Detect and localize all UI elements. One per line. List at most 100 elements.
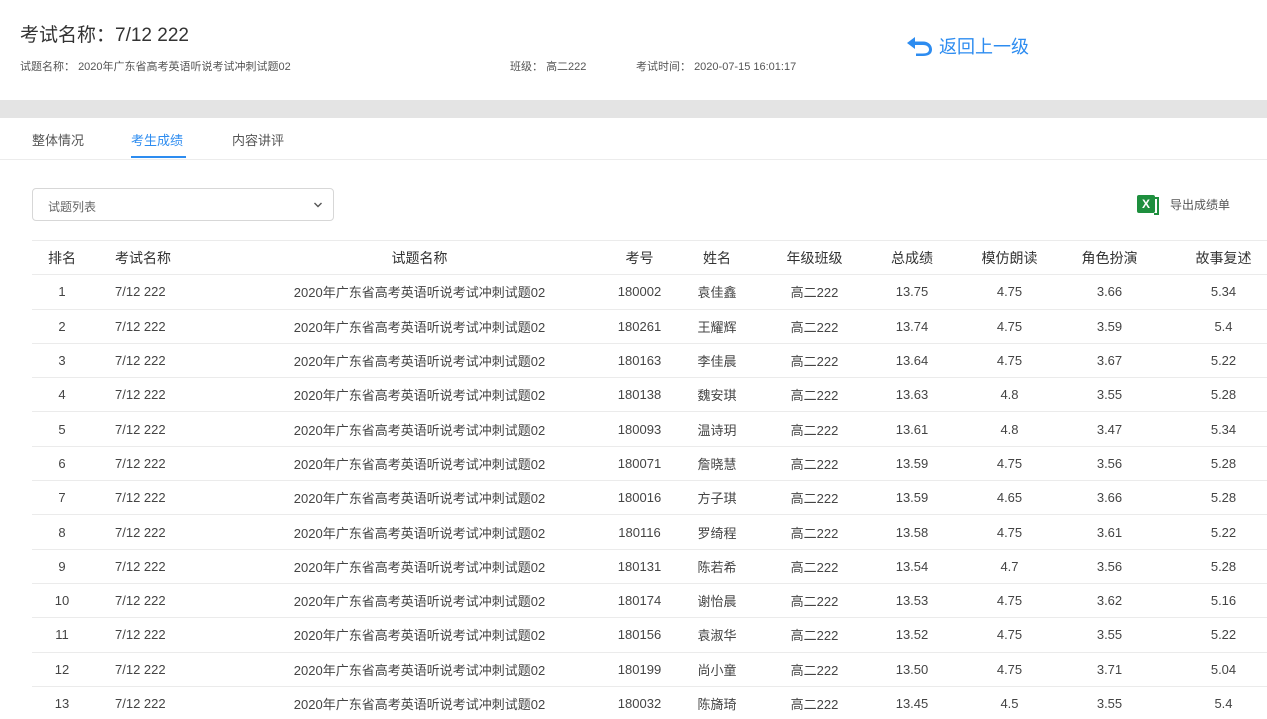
- exam-name-cell: 7/12 222: [92, 411, 237, 447]
- back-button-label: 返回上一级: [939, 37, 1029, 57]
- exam-number-cell: 180199: [602, 652, 677, 687]
- table-row: 3 7/12 222 2020年广东省高考英语听说考试冲刺试题02 180163 李佳晨…: [32, 343, 1267, 379]
- class-cell: 高二222: [757, 686, 872, 719]
- class-cell: 高二222: [757, 652, 872, 687]
- total-score-cell: 13.53: [872, 583, 952, 619]
- total-score-cell: 13.64: [872, 343, 952, 379]
- story-retelling-cell: 5.28: [1152, 549, 1267, 584]
- tab-student-scores[interactable]: 考生成绩: [131, 130, 183, 149]
- total-score-cell: 13.59: [872, 446, 952, 482]
- paper-name-cell: 2020年广东省高考英语听说考试冲刺试题02: [237, 480, 602, 516]
- paper-name-cell: 2020年广东省高考英语听说考试冲刺试题02: [237, 549, 602, 584]
- question-list-select[interactable]: 试题列表: [32, 188, 334, 221]
- export-scores-button[interactable]: X 导出成绩单: [1137, 195, 1231, 215]
- paper-name-cell: 2020年广东省高考英语听说考试冲刺试题02: [237, 583, 602, 619]
- paper-name-meta: 试题名称： 2020年广东省高考英语听说考试冲刺试题02: [20, 58, 291, 74]
- imitation-reading-cell: 4.75: [952, 309, 1067, 344]
- story-retelling-cell: 5.34: [1152, 274, 1267, 310]
- rank-cell: 6: [32, 446, 92, 482]
- rank-cell: 9: [32, 549, 92, 584]
- class-name: 高二222: [546, 61, 587, 73]
- imitation-reading-cell: 4.65: [952, 480, 1067, 516]
- table-row: 13 7/12 222 2020年广东省高考英语听说考试冲刺试题02 180032 陈旖…: [32, 686, 1267, 719]
- role-play-cell: 3.55: [1067, 377, 1152, 413]
- tab-bar: 整体情况 考生成绩 内容讲评: [0, 118, 1267, 160]
- exam-number-cell: 180261: [602, 309, 677, 344]
- paper-name: 2020年广东省高考英语听说考试冲刺试题02: [78, 61, 291, 73]
- exam-number-cell: 180163: [602, 343, 677, 379]
- class-cell: 高二222: [757, 480, 872, 516]
- rank-cell: 7: [32, 480, 92, 516]
- rank-cell: 3: [32, 343, 92, 379]
- student-name-cell: 李佳晨: [677, 343, 757, 379]
- story-retelling-cell: 5.22: [1152, 514, 1267, 550]
- tab-overview[interactable]: 整体情况: [32, 130, 84, 149]
- role-play-cell: 3.56: [1067, 446, 1152, 482]
- exam-number-cell: 180138: [602, 377, 677, 413]
- col-header-exam-number: 考号: [602, 240, 677, 276]
- class-cell: 高二222: [757, 514, 872, 550]
- student-name-cell: 陈若希: [677, 549, 757, 584]
- class-meta: 班级： 高二222: [510, 58, 586, 74]
- back-button[interactable]: 返回上一级: [906, 33, 1029, 59]
- rank-cell: 8: [32, 514, 92, 550]
- excel-icon: X: [1137, 195, 1159, 215]
- total-score-cell: 13.63: [872, 377, 952, 413]
- exam-number-cell: 180116: [602, 514, 677, 550]
- exam-number-cell: 180156: [602, 617, 677, 653]
- role-play-cell: 3.62: [1067, 583, 1152, 619]
- story-retelling-cell: 5.28: [1152, 377, 1267, 413]
- exam-name-cell: 7/12 222: [92, 480, 237, 516]
- story-retelling-cell: 5.16: [1152, 583, 1267, 619]
- total-score-cell: 13.75: [872, 274, 952, 310]
- class-cell: 高二222: [757, 617, 872, 653]
- table-row: 5 7/12 222 2020年广东省高考英语听说考试冲刺试题02 180093 温诗玥…: [32, 411, 1267, 447]
- exam-name-cell: 7/12 222: [92, 549, 237, 584]
- class-cell: 高二222: [757, 309, 872, 344]
- rank-cell: 13: [32, 686, 92, 719]
- col-header-paper-name: 试题名称: [237, 240, 602, 276]
- col-header-imitation-reading: 模仿朗读: [952, 240, 1067, 276]
- time-label: 考试时间：: [636, 61, 691, 73]
- rank-cell: 5: [32, 411, 92, 447]
- exam-number-cell: 180131: [602, 549, 677, 584]
- table-row: 9 7/12 222 2020年广东省高考英语听说考试冲刺试题02 180131 陈若希…: [32, 549, 1267, 584]
- total-score-cell: 13.61: [872, 411, 952, 447]
- select-value: 试题列表: [48, 200, 97, 214]
- paper-name-cell: 2020年广东省高考英语听说考试冲刺试题02: [237, 686, 602, 719]
- role-play-cell: 3.71: [1067, 652, 1152, 687]
- story-retelling-cell: 5.22: [1152, 617, 1267, 653]
- role-play-cell: 3.47: [1067, 411, 1152, 447]
- imitation-reading-cell: 4.75: [952, 652, 1067, 687]
- story-retelling-cell: 5.04: [1152, 652, 1267, 687]
- exam-title: 考试名称：7/12 222: [20, 25, 189, 46]
- paper-name-cell: 2020年广东省高考英语听说考试冲刺试题02: [237, 652, 602, 687]
- class-cell: 高二222: [757, 377, 872, 413]
- exam-number-cell: 180032: [602, 686, 677, 719]
- student-name-cell: 袁淑华: [677, 617, 757, 653]
- story-retelling-cell: 5.4: [1152, 309, 1267, 344]
- exam-name-cell: 7/12 222: [92, 514, 237, 550]
- active-tab-indicator: [131, 156, 186, 158]
- paper-name-cell: 2020年广东省高考英语听说考试冲刺试题02: [237, 274, 602, 310]
- table-row: 2 7/12 222 2020年广东省高考英语听说考试冲刺试题02 180261 王耀辉…: [32, 309, 1267, 344]
- total-score-cell: 13.52: [872, 617, 952, 653]
- role-play-cell: 3.55: [1067, 686, 1152, 719]
- tab-content-review[interactable]: 内容讲评: [232, 130, 284, 149]
- export-scores-label: 导出成绩单: [1170, 197, 1231, 212]
- imitation-reading-cell: 4.5: [952, 686, 1067, 719]
- story-retelling-cell: 5.34: [1152, 411, 1267, 447]
- col-header-student-name: 姓名: [677, 240, 757, 276]
- student-name-cell: 温诗玥: [677, 411, 757, 447]
- student-name-cell: 方子琪: [677, 480, 757, 516]
- student-name-cell: 袁佳鑫: [677, 274, 757, 310]
- back-arrow-icon: [907, 37, 932, 56]
- student-name-cell: 王耀辉: [677, 309, 757, 344]
- imitation-reading-cell: 4.7: [952, 549, 1067, 584]
- time-value: 2020-07-15 16:01:17: [694, 61, 797, 73]
- total-score-cell: 13.74: [872, 309, 952, 344]
- exam-time-meta: 考试时间： 2020-07-15 16:01:17: [636, 58, 796, 74]
- class-label: 班级：: [510, 61, 543, 73]
- rank-cell: 10: [32, 583, 92, 619]
- rank-cell: 4: [32, 377, 92, 413]
